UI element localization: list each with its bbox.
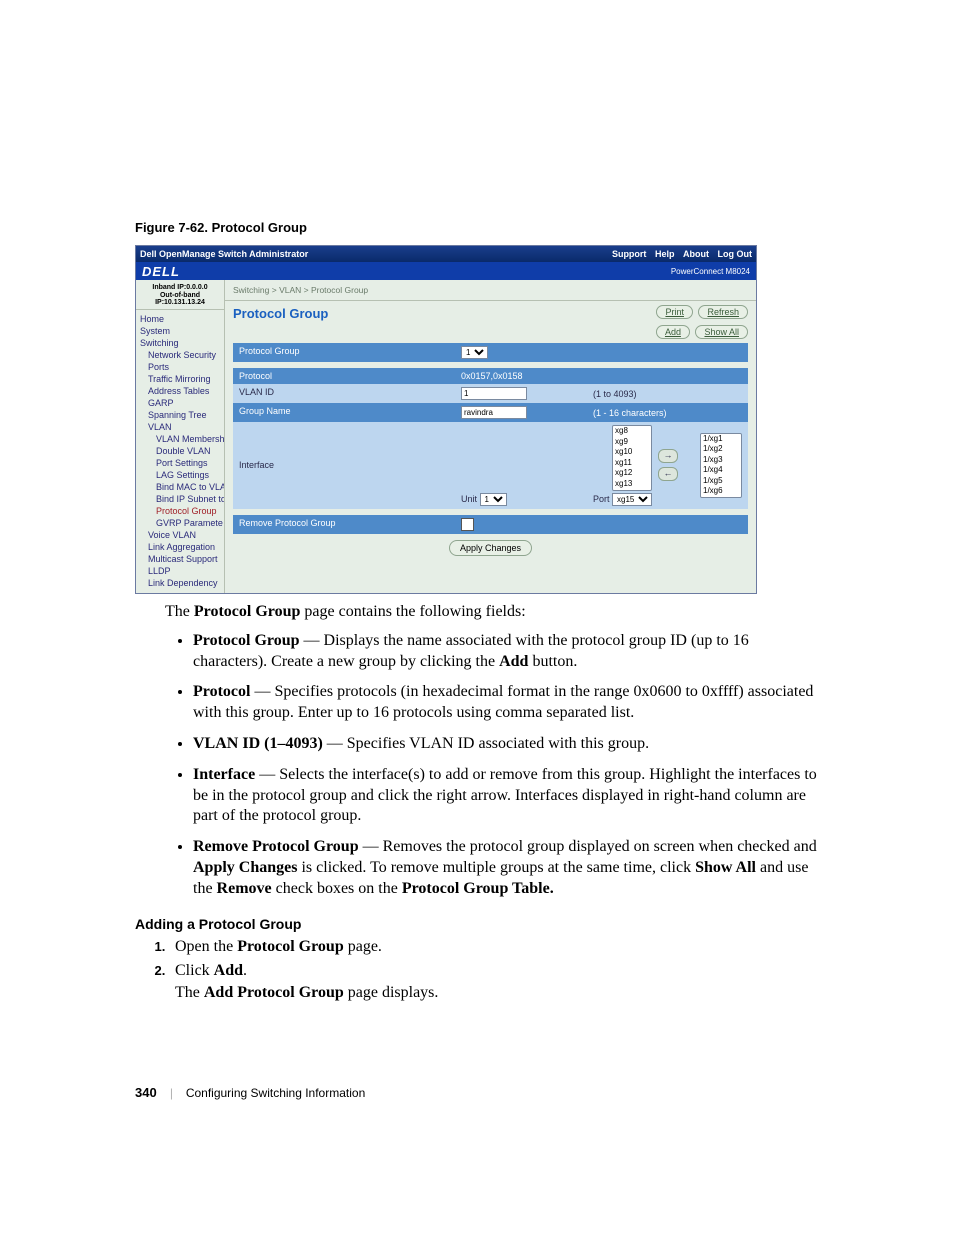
bullet-interface: Interface — Selects the interface(s) to …	[193, 765, 819, 827]
label-vlan-id: VLAN ID	[233, 384, 455, 403]
label-protocol: Protocol	[233, 368, 455, 384]
footer-title: Configuring Switching Information	[186, 1086, 365, 1100]
show-all-button[interactable]: Show All	[695, 325, 748, 339]
step-2-result: The Add Protocol Group page displays.	[175, 984, 819, 1002]
nav-item[interactable]: GARP	[140, 397, 224, 409]
document-page: Figure 7-62. Protocol Group Dell OpenMan…	[0, 0, 954, 1235]
ip-info: Inband IP:0.0.0.0 Out-of-band IP:10.131.…	[136, 282, 224, 310]
nav-item[interactable]: Link Dependency	[140, 577, 224, 589]
arrow-right-icon[interactable]: →	[658, 449, 678, 463]
nav-item[interactable]: Link Aggregation	[140, 541, 224, 553]
brand-logo: DELL	[142, 264, 180, 279]
bullet-protocol-group: Protocol Group — Displays the name assoc…	[193, 631, 819, 673]
breadcrumb: Switching > VLAN > Protocol Group	[225, 280, 756, 301]
page-footer: 340 | Configuring Switching Information	[135, 1085, 365, 1101]
step-1: Open the Protocol Group page.	[169, 938, 819, 956]
window-titlebar: Dell OpenManage Switch Administrator Sup…	[136, 246, 756, 262]
steps-list: Open the Protocol Group page. Click Add.…	[135, 938, 819, 1002]
screenshot-frame: Dell OpenManage Switch Administrator Sup…	[135, 245, 757, 594]
device-model: PowerConnect M8024	[671, 267, 750, 276]
row-interface: Interface Unit 1 xg8xg9xg10xg11xg12xg13x…	[233, 422, 748, 509]
label-remove: Remove Protocol Group	[233, 515, 455, 534]
step-2: Click Add. The Add Protocol Group page d…	[169, 962, 819, 1002]
select-port[interactable]: xg15	[612, 493, 652, 506]
row-group-name: Group Name (1 - 16 characters)	[233, 403, 748, 422]
nav-item[interactable]: VLAN Membership	[140, 433, 224, 445]
nav-item[interactable]: Traffic Mirroring	[140, 373, 224, 385]
nav-item[interactable]: Bind IP Subnet to	[140, 493, 224, 505]
link-about[interactable]: About	[683, 249, 709, 259]
checkbox-remove[interactable]	[461, 518, 474, 531]
nav-item[interactable]: Double VLAN	[140, 445, 224, 457]
select-unit[interactable]: 1	[480, 493, 507, 506]
label-unit: Unit	[461, 494, 477, 504]
intro-text: The Protocol Group page contains the fol…	[165, 602, 819, 623]
link-support[interactable]: Support	[612, 249, 647, 259]
nav-item[interactable]: Multicast Support	[140, 553, 224, 565]
nav-item[interactable]: Voice VLAN	[140, 529, 224, 541]
inband-ip: Inband IP:0.0.0.0	[138, 284, 222, 292]
nav-item[interactable]: Bind MAC to VLA	[140, 481, 224, 493]
bullet-remove: Remove Protocol Group — Removes the prot…	[193, 837, 819, 899]
nav-item[interactable]: Home	[140, 313, 224, 325]
bullet-protocol: Protocol — Specifies protocols (in hexad…	[193, 682, 819, 724]
hint-group-name: (1 - 16 characters)	[593, 408, 667, 418]
label-group-name: Group Name	[233, 403, 455, 422]
row-protocol: Protocol 0x0157,0x0158	[233, 368, 748, 384]
bullet-vlan-id: VLAN ID (1–4093) — Specifies VLAN ID ass…	[193, 734, 819, 755]
term-protocol-group: Protocol Group	[194, 603, 301, 620]
nav-item[interactable]: Address Tables	[140, 385, 224, 397]
link-logout[interactable]: Log Out	[718, 249, 753, 259]
nav-item[interactable]: Network Security	[140, 349, 224, 361]
nav-item[interactable]: Switching	[140, 337, 224, 349]
input-group-name[interactable]	[461, 406, 527, 419]
select-protocol-group[interactable]: 1	[461, 346, 488, 359]
nav-item[interactable]: Port Settings	[140, 457, 224, 469]
input-vlan-id[interactable]	[461, 387, 527, 400]
nav-item[interactable]: Spanning Tree	[140, 409, 224, 421]
label-protocol-group: Protocol Group	[233, 343, 455, 362]
hint-vlan-id: (1 to 4093)	[593, 389, 637, 399]
list-selected-ports[interactable]: 1/xg11/xg21/xg31/xg41/xg51/xg61/xg7	[700, 433, 742, 499]
arrow-left-icon[interactable]: ←	[658, 467, 678, 481]
nav-tree: Inband IP:0.0.0.0 Out-of-band IP:10.131.…	[136, 280, 225, 593]
nav-item[interactable]: VLAN	[140, 421, 224, 433]
page-number: 340	[135, 1085, 157, 1100]
main-pane: Switching > VLAN > Protocol Group Print …	[225, 280, 756, 593]
list-available-ports[interactable]: xg8xg9xg10xg11xg12xg13xg14	[612, 425, 652, 491]
oob-ip: Out-of-band IP:10.131.13.24	[138, 292, 222, 307]
label-port: Port	[593, 494, 610, 504]
field-list: Protocol Group — Displays the name assoc…	[135, 631, 819, 900]
add-button[interactable]: Add	[656, 325, 690, 339]
nav-item[interactable]: LLDP	[140, 565, 224, 577]
footer-separator: |	[170, 1085, 173, 1100]
nav-item[interactable]: Ports	[140, 361, 224, 373]
row-protocol-group: Protocol Group 1	[233, 343, 748, 362]
apply-changes-button[interactable]: Apply Changes	[449, 540, 532, 556]
row-vlan-id: VLAN ID (1 to 4093)	[233, 384, 748, 403]
row-remove: Remove Protocol Group	[233, 515, 748, 534]
figure-caption: Figure 7-62. Protocol Group	[135, 220, 819, 235]
nav-item[interactable]: Protocol Group	[140, 505, 224, 517]
value-protocol: 0x0157,0x0158	[461, 371, 523, 381]
label-interface: Interface	[233, 422, 455, 509]
brand-bar: DELL PowerConnect M8024	[136, 262, 756, 280]
refresh-button[interactable]: Refresh	[698, 305, 748, 319]
link-help[interactable]: Help	[655, 249, 675, 259]
nav-item[interactable]: GVRP Paramete	[140, 517, 224, 529]
print-button[interactable]: Print	[656, 305, 693, 319]
nav-item[interactable]: System	[140, 325, 224, 337]
nav-item[interactable]: LAG Settings	[140, 469, 224, 481]
header-links: Support Help About Log Out	[606, 249, 752, 259]
window-title: Dell OpenManage Switch Administrator	[140, 249, 308, 259]
subheading-adding: Adding a Protocol Group	[135, 916, 819, 932]
